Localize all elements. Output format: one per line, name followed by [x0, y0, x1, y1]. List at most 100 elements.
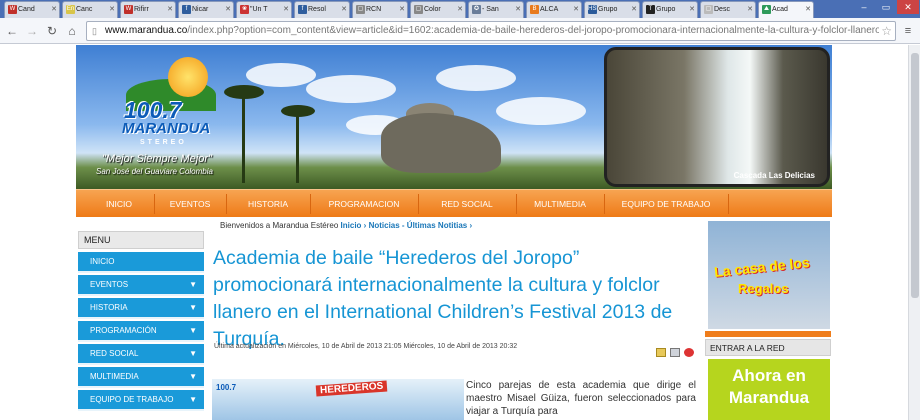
ad-ahora-text: Ahora en Marandua [728, 366, 810, 407]
breadcrumb-section-link[interactable]: Noticias - Últimas Notitias [369, 221, 468, 230]
enter-network-title: ENTRAR A LA RED [705, 339, 831, 356]
sidebar-item-red-social[interactable]: RED SOCIAL ▼ [78, 344, 204, 365]
tab-label: ALCA [540, 6, 559, 13]
email-icon[interactable] [656, 348, 666, 357]
minimize-icon[interactable]: – [854, 0, 874, 14]
tab-favicon-icon: W [8, 5, 17, 14]
close-tab-icon[interactable]: ✕ [225, 5, 231, 13]
ad-text-line2: Regalos [738, 281, 789, 296]
nav-item-historia[interactable]: HISTORIA [228, 190, 308, 218]
breadcrumb-separator: › [469, 221, 473, 230]
close-tab-icon[interactable]: ✕ [341, 5, 347, 13]
chevron-down-icon: ▼ [189, 280, 197, 289]
close-tab-icon[interactable]: ✕ [399, 5, 405, 13]
url-path: /index.php?option=com_content&view=artic… [187, 25, 881, 36]
back-icon[interactable]: ← [4, 23, 20, 39]
tab-favicon-icon: ⛰ [762, 5, 771, 14]
tab-label: Acad [772, 6, 788, 13]
tab-favicon-icon: ▢ [356, 5, 365, 14]
forward-icon[interactable]: → [24, 23, 40, 39]
tab-label: Nicar [192, 6, 209, 13]
browser-tab[interactable]: f Nicar ✕ [178, 1, 234, 18]
close-tab-icon[interactable]: ✕ [51, 5, 57, 13]
tab-label: "Un T [250, 6, 268, 13]
browser-tab[interactable]: ▢ Color ✕ [410, 1, 466, 18]
print-icon[interactable] [670, 348, 680, 357]
browser-tab[interactable]: B ALCA ✕ [526, 1, 582, 18]
reload-icon[interactable]: ↻ [44, 23, 60, 39]
article-title[interactable]: Academia de baile “Herederos del Joropo”… [213, 245, 698, 353]
article-body: Cinco parejas de esta academia que dirig… [466, 380, 696, 417]
close-tab-icon[interactable]: ✕ [805, 5, 811, 13]
address-bar[interactable]: ▯ www.marandua.co/index.php?option=com_c… [86, 21, 896, 41]
tab-favicon-icon: f [182, 5, 191, 14]
sidebar-item-label: EVENTOS [90, 280, 129, 289]
nav-item-eventos[interactable]: EVENTOS [156, 190, 224, 218]
tab-favicon-icon: ✪ [472, 5, 481, 14]
site-banner: 100.7 MARANDUA STEREO "Mejor Siempre Mej… [76, 45, 832, 189]
top-navigation: INICIO EVENTOS HISTORIA PROGRAMACION RED… [76, 189, 832, 217]
page-scrollbar[interactable] [908, 45, 920, 420]
nav-item-inicio[interactable]: INICIO [84, 190, 154, 218]
nav-item-multimedia[interactable]: MULTIMEDIA [518, 190, 602, 218]
tab-favicon-icon: B [530, 5, 539, 14]
nav-item-red-social[interactable]: RED SOCIAL [420, 190, 514, 218]
close-tab-icon[interactable]: ✕ [631, 5, 637, 13]
menu-icon[interactable]: ≡ [900, 23, 916, 39]
sidebar-item-programacion[interactable]: PROGRAMACIÓN ▼ [78, 321, 204, 342]
bookmark-star-icon[interactable]: ☆ [879, 22, 892, 40]
close-tab-icon[interactable]: ✕ [573, 5, 579, 13]
nav-item-equipo[interactable]: EQUIPO DE TRABAJO [606, 190, 726, 218]
browser-toolbar: ← → ↻ ⌂ ▯ www.marandua.co/index.php?opti… [0, 18, 920, 44]
maximize-icon[interactable]: ▭ [876, 0, 896, 14]
sidebar-item-multimedia[interactable]: MULTIMEDIA ▼ [78, 367, 204, 388]
sidebar-item-historia[interactable]: HISTORIA ▼ [78, 298, 204, 319]
chevron-down-icon: ▼ [189, 303, 197, 312]
home-icon[interactable]: ⌂ [64, 23, 80, 39]
sidebar-item-label: HISTORIA [90, 303, 128, 312]
chevron-down-icon: ▼ [189, 349, 197, 358]
close-tab-icon[interactable]: ✕ [515, 5, 521, 13]
sidebar-item-label: RED SOCIAL [90, 349, 139, 358]
image-heading-text: HEREDEROS [315, 380, 388, 397]
ad-text-line1: La casa de los [713, 254, 811, 280]
breadcrumb: Bienvenidos a Marandua Estéreo Inicio › … [220, 221, 472, 230]
browser-tab[interactable]: W Rifirr ✕ [120, 1, 176, 18]
browser-tab[interactable]: HSBGrupo ✕ [584, 1, 640, 18]
tab-label: Canc [76, 6, 93, 13]
close-tab-icon[interactable]: ✕ [283, 5, 289, 13]
browser-tab[interactable]: ✪ - San ✕ [468, 1, 524, 18]
browser-tab[interactable]: ⛰ Acad ✕ [758, 1, 814, 19]
close-tab-icon[interactable]: ✕ [109, 5, 115, 13]
browser-tab[interactable]: En Canc ✕ [62, 1, 118, 18]
breadcrumb-home-link[interactable]: Inicio [341, 221, 362, 230]
browser-tab[interactable]: W Cand ✕ [4, 1, 60, 18]
article-image: 100.7 HEREDEROS [212, 379, 464, 420]
pdf-icon[interactable] [684, 348, 694, 357]
scrollbar-thumb[interactable] [911, 53, 919, 298]
close-tab-icon[interactable]: ✕ [747, 5, 753, 13]
chevron-down-icon: ▼ [189, 326, 197, 335]
browser-tab[interactable]: ▢ RCN ✕ [352, 1, 408, 18]
close-tab-icon[interactable]: ✕ [167, 5, 173, 13]
sidebar-item-equipo[interactable]: EQUIPO DE TRABAJO ▼ [78, 390, 204, 411]
browser-tab[interactable]: f Resol ✕ [294, 1, 350, 18]
logo-name: MARANDUA [122, 120, 211, 137]
close-window-icon[interactable]: ✕ [897, 0, 919, 14]
browser-tab[interactable]: ❀ "Un T ✕ [236, 1, 292, 18]
sidebar-item-inicio[interactable]: INICIO [78, 252, 204, 273]
nav-item-programacion[interactable]: PROGRAMACION [312, 190, 416, 218]
location-text: San José del Guaviare Colombia [96, 167, 213, 176]
ad-ahora[interactable]: Ahora en Marandua [708, 359, 830, 420]
browser-tab[interactable]: T Grupo ✕ [642, 1, 698, 18]
sidebar-item-eventos[interactable]: EVENTOS ▼ [78, 275, 204, 296]
tab-favicon-icon: En [66, 5, 75, 14]
browser-tab[interactable]: ▢ Desc ✕ [700, 1, 756, 18]
ad-casa-de-los-regalos[interactable]: La casa de los Regalos [708, 221, 830, 329]
window-controls: – ▭ ✕ [850, 0, 920, 16]
breadcrumb-prefix: Bienvenidos a Marandua Estéreo [220, 221, 339, 230]
tab-label: Grupo [656, 6, 676, 13]
close-tab-icon[interactable]: ✕ [457, 5, 463, 13]
logo-sun [168, 57, 208, 97]
close-tab-icon[interactable]: ✕ [689, 5, 695, 13]
